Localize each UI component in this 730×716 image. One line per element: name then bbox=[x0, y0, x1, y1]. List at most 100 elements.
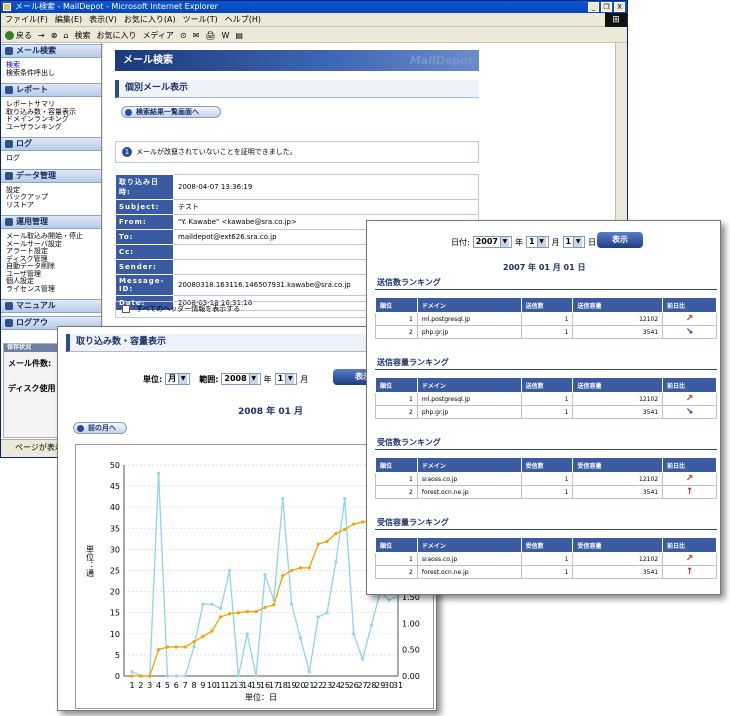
minimize-button[interactable]: _ bbox=[588, 2, 599, 12]
size-cell: 3541 bbox=[572, 405, 664, 419]
y-tick-label: 20 bbox=[110, 588, 120, 597]
home-icon[interactable]: ⌂ bbox=[63, 28, 68, 42]
dropdown-arrow-icon: ▼ bbox=[536, 237, 546, 247]
data-point bbox=[201, 602, 205, 606]
mail-icon[interactable]: ✉ bbox=[193, 28, 200, 42]
domain-cell: php.gr.jp bbox=[416, 325, 522, 339]
table-row: 2 php.gr.jp 1 3541 ↘ bbox=[375, 405, 717, 419]
search-button[interactable]: 検索 bbox=[74, 28, 90, 42]
year-suffix: 年 bbox=[263, 374, 272, 384]
data-point bbox=[387, 598, 391, 602]
show-all-headers-checkbox[interactable] bbox=[122, 305, 130, 313]
data-point bbox=[245, 610, 249, 614]
x-tick-label: 4 bbox=[156, 681, 161, 690]
sidebar-item-user-ranking[interactable]: ユーザランキング bbox=[1, 123, 101, 132]
y-tick-label: 35 bbox=[110, 524, 120, 533]
field-label: Cc: bbox=[115, 244, 174, 260]
year-select[interactable]: 2008 ▼ bbox=[221, 373, 261, 385]
sidebar-item-restore[interactable]: リストア bbox=[1, 201, 101, 210]
sidebar-section-search[interactable]: メール検索 bbox=[1, 44, 101, 58]
data-point bbox=[157, 648, 161, 652]
data-point bbox=[316, 615, 320, 619]
discuss-icon[interactable]: ▤ bbox=[235, 28, 243, 42]
ranking-month-select[interactable]: 1 ▼ bbox=[525, 236, 549, 248]
close-button[interactable]: X bbox=[614, 2, 625, 12]
table-row: 2 php.gr.jp 1 3541 ↘ bbox=[375, 325, 717, 339]
sidebar-item-log[interactable]: ログ bbox=[1, 154, 101, 163]
title-bar: メール検索 - MailDepot - Microsoft Internet E… bbox=[1, 1, 627, 13]
column-header: 受信数 bbox=[520, 457, 574, 473]
sidebar-section-manual[interactable]: マニュアル bbox=[1, 299, 101, 313]
column-header: 前日比 bbox=[662, 457, 717, 473]
data-point bbox=[148, 674, 152, 678]
data-point bbox=[183, 645, 187, 649]
sidebar-section-ops[interactable]: 運用管理 bbox=[1, 215, 101, 229]
data-point bbox=[227, 612, 232, 616]
y-tick-label: 15 bbox=[110, 609, 120, 618]
sidebar-item-load-conditions[interactable]: 検索条件呼出し bbox=[1, 69, 101, 78]
domain-cell: sraoss.co.jp bbox=[416, 552, 522, 566]
ranking-month-suffix: 月 bbox=[551, 237, 560, 247]
capacity-filter-row: 単位: 月 ▼ 範囲: 2008 ▼ 年 1 ▼ 月 bbox=[143, 373, 308, 385]
column-header: 受信容量 bbox=[572, 537, 664, 553]
unit-select[interactable]: 月 ▼ bbox=[165, 373, 191, 385]
data-point bbox=[165, 674, 170, 678]
x-tick-label: 3 bbox=[147, 681, 152, 690]
wrench-icon bbox=[5, 218, 13, 226]
data-point bbox=[263, 605, 267, 610]
data-point bbox=[343, 527, 347, 531]
print-icon[interactable]: 🖨 bbox=[205, 28, 215, 42]
back-to-results-button[interactable]: 検索結果一覧画面へ bbox=[121, 106, 221, 118]
menu-edit[interactable]: 編集(E) bbox=[55, 13, 82, 26]
rank-cell: 2 bbox=[375, 485, 418, 499]
forward-button[interactable]: → bbox=[38, 28, 45, 42]
y-tick-label: 30 bbox=[110, 545, 120, 554]
word-icon[interactable]: W bbox=[222, 28, 230, 42]
menu-file[interactable]: ファイル(F) bbox=[5, 13, 48, 26]
sidebar-section-log[interactable]: ログ bbox=[1, 137, 101, 151]
column-header: ドメイン bbox=[416, 297, 522, 313]
trend-arrow-icon: ↑ bbox=[662, 485, 717, 499]
column-header: 送信数 bbox=[520, 297, 574, 313]
count-cell: 1 bbox=[520, 392, 574, 406]
trend-arrow-icon: ↗ bbox=[662, 472, 717, 486]
data-point bbox=[254, 674, 258, 678]
data-point bbox=[325, 539, 329, 544]
trend-arrow-icon: ↘ bbox=[662, 325, 717, 339]
menu-help[interactable]: ヘルプ(H) bbox=[225, 13, 261, 26]
count-cell: 1 bbox=[520, 565, 574, 579]
sidebar-item-license[interactable]: ライセンス管理 bbox=[1, 285, 101, 294]
back-button[interactable]: 戻る bbox=[5, 28, 32, 42]
column-header: ドメイン bbox=[416, 377, 522, 393]
data-point bbox=[352, 522, 356, 526]
trend-arrow-icon: ↑ bbox=[662, 565, 717, 579]
x-tick-label: 6 bbox=[174, 681, 179, 690]
ranking-year-select[interactable]: 2007 ▼ bbox=[472, 236, 512, 248]
column-header: 前日比 bbox=[662, 377, 717, 393]
size-cell: 3541 bbox=[572, 325, 664, 339]
month-select[interactable]: 1 ▼ bbox=[274, 373, 298, 385]
column-header: 受信数 bbox=[520, 537, 574, 553]
stop-icon[interactable]: ⊗ bbox=[51, 28, 58, 42]
domain-cell: ml.postgresql.jp bbox=[416, 392, 522, 406]
table-header-row: 順位 ドメイン 受信数 受信容量 前日比 bbox=[375, 537, 717, 553]
menu-view[interactable]: 表示(V) bbox=[89, 13, 117, 26]
menu-tools[interactable]: ツール(T) bbox=[183, 13, 218, 26]
notice-text: メールが改竄されていないことを証明できました。 bbox=[136, 148, 297, 156]
y-tick-label: 25 bbox=[110, 567, 120, 576]
ranking-day-select[interactable]: 1 ▼ bbox=[562, 236, 586, 248]
restore-button[interactable]: ❐ bbox=[601, 2, 612, 12]
prev-month-button[interactable]: 前の月へ bbox=[73, 422, 127, 434]
sidebar-section-report[interactable]: レポート bbox=[1, 83, 101, 97]
ranking-show-button[interactable]: 表示 bbox=[597, 232, 643, 248]
media-button[interactable]: メディア bbox=[142, 28, 173, 42]
favorites-button[interactable]: お気に入り bbox=[96, 28, 136, 42]
domain-cell: php.gr.jp bbox=[416, 405, 522, 419]
menu-favorites[interactable]: お気に入り(A) bbox=[124, 13, 176, 26]
sidebar-section-data[interactable]: データ管理 bbox=[1, 168, 101, 183]
history-icon[interactable]: ⊙ bbox=[180, 28, 187, 42]
data-point bbox=[298, 566, 303, 570]
size-cell: 3541 bbox=[572, 565, 664, 579]
x-tick-label: 8 bbox=[192, 681, 197, 690]
data-point bbox=[281, 497, 285, 501]
